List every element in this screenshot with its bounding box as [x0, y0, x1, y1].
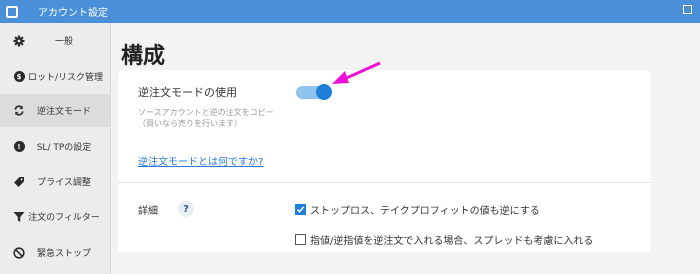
annotation-arrow-icon — [332, 61, 381, 84]
